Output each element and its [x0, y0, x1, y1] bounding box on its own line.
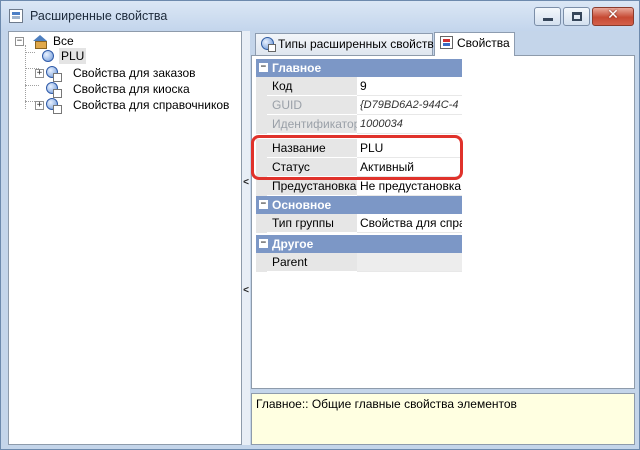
property-row-parent[interactable]: Parent: [256, 253, 462, 272]
category-basic[interactable]: − Основное: [256, 196, 462, 214]
description-panel: Главное:: Общие главные свойства элемент…: [251, 393, 635, 445]
property-grid-panel: − Главное Код 9 GUID {D79BD6A2-944C-4 Ид…: [251, 55, 635, 389]
expand-icon[interactable]: +: [35, 69, 44, 78]
property-name: Parent: [267, 253, 357, 272]
tree-item-plu[interactable]: PLU: [9, 48, 239, 64]
tree-item-references[interactable]: + Свойства для справочников: [9, 97, 239, 114]
category-title: Главное: [272, 61, 322, 75]
window-app-icon: [9, 9, 23, 23]
maximize-button[interactable]: [563, 7, 590, 26]
property-group-icon: [42, 50, 54, 62]
collapse-left-arrow-icon[interactable]: <: [242, 285, 250, 297]
tab-properties[interactable]: Свойства: [434, 32, 515, 56]
tree-item-kiosk[interactable]: Свойства для киоска: [9, 81, 239, 98]
tree-item-orders[interactable]: + Свойства для заказов: [9, 65, 239, 82]
category-root-icon: [33, 35, 47, 49]
close-button[interactable]: ✕: [592, 7, 634, 26]
tab-label: Типы расширенных свойств: [278, 37, 434, 51]
tree-panel[interactable]: − Все PLU + Свойства для заказов Свойств…: [8, 31, 242, 445]
tree-item-label: Свойства для заказов: [73, 66, 196, 80]
properties-icon: [440, 36, 453, 49]
maximize-icon: [572, 12, 582, 21]
tab-property-types[interactable]: Типы расширенных свойств: [255, 33, 434, 55]
category-title: Основное: [272, 198, 332, 212]
property-group-icon: [46, 98, 62, 114]
property-row-guid[interactable]: GUID {D79BD6A2-944C-4: [256, 96, 462, 115]
property-value[interactable]: [357, 253, 462, 272]
row-gutter: [256, 253, 267, 272]
property-group-icon: [46, 82, 62, 98]
category-other[interactable]: − Другое: [256, 235, 462, 253]
title-bar: Расширенные свойства ✕: [1, 1, 639, 31]
panel-splitter[interactable]: < <: [242, 31, 250, 445]
collapse-icon[interactable]: −: [259, 63, 268, 72]
property-row-group-type[interactable]: Тип группы Свойства для спра: [256, 214, 462, 233]
property-value[interactable]: Свойства для спра: [357, 214, 462, 233]
category-main[interactable]: − Главное: [256, 59, 462, 77]
property-name: Код: [267, 77, 357, 96]
tree-item-label: PLU: [59, 48, 87, 64]
tab-label: Свойства: [457, 36, 510, 50]
collapse-icon[interactable]: −: [259, 239, 268, 248]
property-name: GUID: [267, 96, 357, 115]
tree-root[interactable]: − Все: [9, 33, 239, 49]
collapse-icon[interactable]: −: [259, 200, 268, 209]
tree-root-label: Все: [53, 34, 74, 48]
tree-item-label: Свойства для справочников: [73, 98, 230, 112]
properties-window: Расширенные свойства ✕ − Все PLU + Свойс…: [0, 0, 640, 450]
description-text: Главное:: Общие главные свойства элемент…: [256, 397, 517, 411]
expand-icon[interactable]: +: [35, 101, 44, 110]
collapse-icon[interactable]: −: [15, 37, 24, 46]
property-row-identifier[interactable]: Идентификатор 1000034: [256, 115, 462, 134]
highlight-annotation: [251, 135, 463, 180]
collapse-left-arrow-icon[interactable]: <: [242, 177, 250, 189]
property-name: Тип группы: [267, 214, 357, 233]
minimize-button[interactable]: [534, 7, 561, 26]
property-value[interactable]: 1000034: [357, 115, 462, 134]
property-group-icon: [46, 66, 62, 82]
property-value[interactable]: {D79BD6A2-944C-4: [357, 96, 462, 115]
category-title: Другое: [272, 237, 314, 251]
row-gutter: [256, 77, 267, 96]
row-gutter: [256, 115, 267, 134]
property-value[interactable]: 9: [357, 77, 462, 96]
window-title: Расширенные свойства: [30, 9, 168, 23]
close-icon: ✕: [607, 7, 619, 23]
property-row-code[interactable]: Код 9: [256, 77, 462, 96]
globe-doc-icon: [261, 37, 276, 52]
row-gutter: [256, 214, 267, 233]
tree-item-label: Свойства для киоска: [73, 82, 190, 96]
row-gutter: [256, 96, 267, 115]
property-name: Идентификатор: [267, 115, 357, 134]
minimize-icon: [543, 18, 553, 21]
